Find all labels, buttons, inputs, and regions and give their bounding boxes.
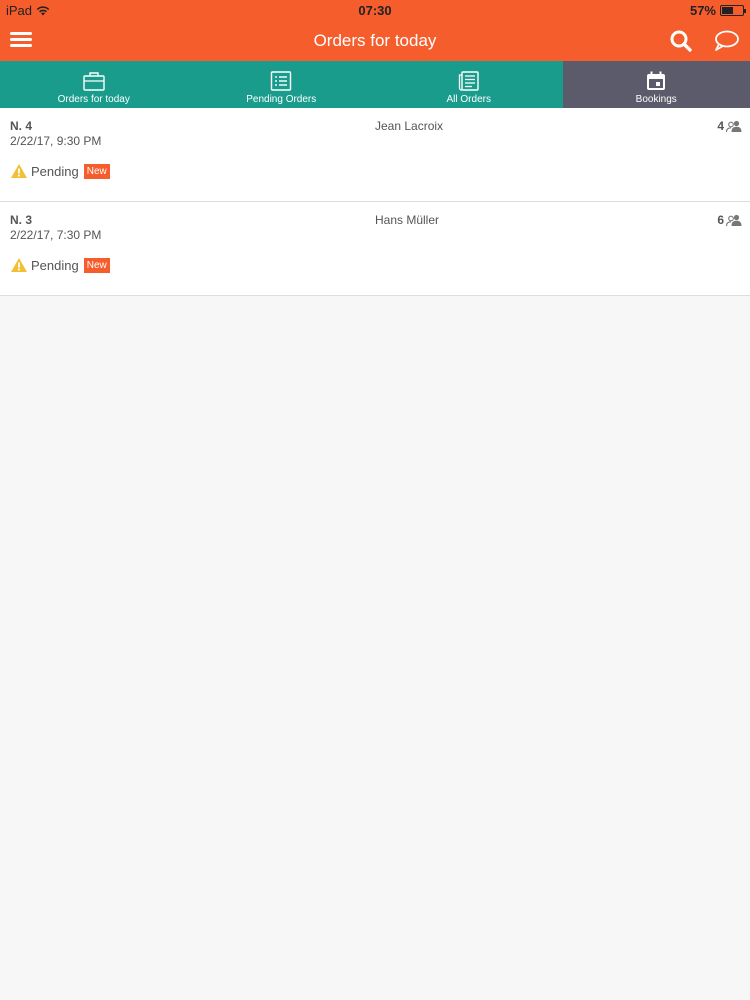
status-time: 07:30: [358, 3, 392, 18]
chat-button[interactable]: [712, 28, 740, 54]
guest-count-value: 6: [717, 213, 724, 227]
calendar-icon: [647, 71, 666, 90]
order-row[interactable]: N. 3 2/22/17, 7:30 PM Hans Müller 6 Pend…: [0, 202, 750, 296]
new-badge: New: [83, 257, 110, 273]
tab-label: All Orders: [446, 94, 491, 105]
tab-label: Orders for today: [57, 94, 130, 105]
briefcase-icon: [83, 72, 105, 91]
battery-tip: [744, 9, 746, 13]
battery-fill: [722, 7, 734, 14]
order-row[interactable]: N. 4 2/22/17, 9:30 PM Jean Lacroix 4 Pen…: [0, 108, 750, 202]
tab-all-orders[interactable]: All Orders: [375, 61, 563, 108]
people-icon: [726, 120, 742, 132]
tab-bar: Orders for today Pending Orders All Orde…: [0, 61, 750, 108]
nav-bar: Orders for today: [0, 20, 750, 61]
warning-icon: [11, 258, 27, 272]
status-bar: iPad 07:30 57%: [0, 0, 750, 20]
new-badge: New: [83, 163, 110, 179]
people-icon: [726, 214, 742, 226]
search-button[interactable]: [668, 28, 694, 54]
battery-percent: 57%: [689, 3, 716, 18]
guest-count-value: 4: [717, 119, 724, 133]
list-icon: [271, 71, 292, 91]
search-icon: [670, 30, 692, 52]
order-number: N. 3: [10, 213, 33, 227]
tab-pending-orders[interactable]: Pending Orders: [188, 61, 376, 108]
order-number: N. 4: [10, 119, 33, 133]
tab-bookings[interactable]: Bookings: [562, 61, 750, 108]
warning-icon: [11, 164, 27, 178]
guest-count: 6: [717, 213, 742, 227]
order-status: Pending New: [10, 163, 110, 179]
status-right: 57%: [689, 3, 746, 18]
page-title: Orders for today: [313, 31, 437, 50]
order-date: 2/22/17, 9:30 PM: [10, 134, 102, 148]
document-list-icon: [458, 71, 479, 91]
tab-orders-for-today[interactable]: Orders for today: [0, 61, 188, 108]
order-list: N. 4 2/22/17, 9:30 PM Jean Lacroix 4 Pen…: [0, 108, 750, 296]
guest-count: 4: [717, 119, 742, 133]
tab-label: Bookings: [635, 94, 677, 105]
status-text: Pending: [31, 257, 79, 273]
status-text: Pending: [31, 163, 79, 179]
customer-name: Hans Müller: [375, 213, 440, 227]
customer-name: Jean Lacroix: [375, 119, 444, 133]
tab-label: Pending Orders: [246, 94, 317, 105]
order-status: Pending New: [10, 257, 110, 273]
battery-icon: [720, 5, 746, 16]
chat-bubble-icon: [715, 30, 739, 51]
order-date: 2/22/17, 7:30 PM: [10, 228, 102, 242]
